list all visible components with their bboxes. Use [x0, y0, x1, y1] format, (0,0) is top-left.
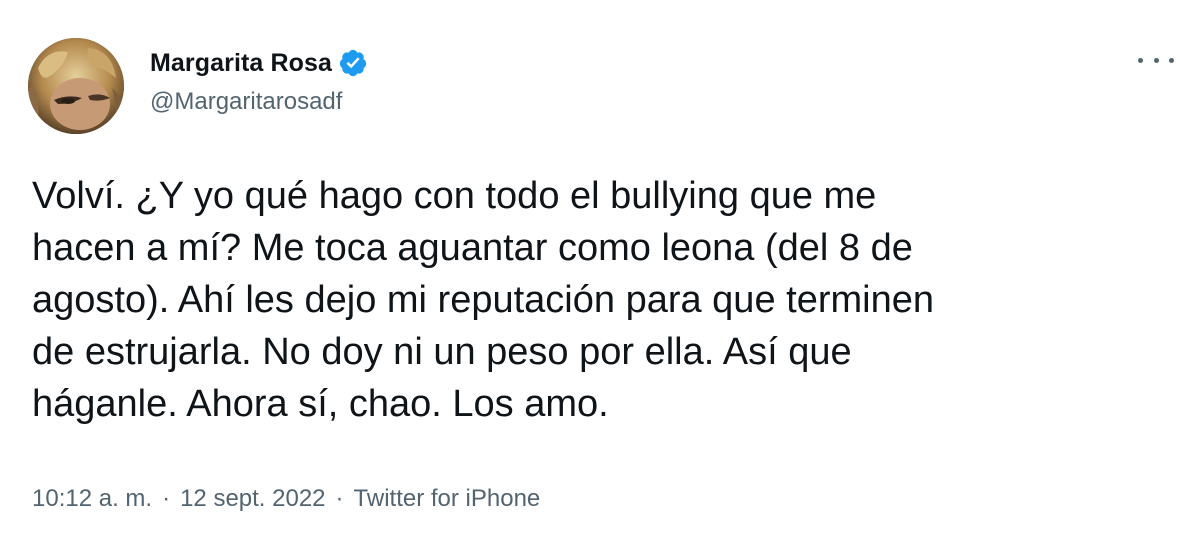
tweet-source[interactable]: Twitter for iPhone	[354, 485, 541, 513]
meta-separator: ·	[162, 485, 171, 512]
tweet-card: Margarita Rosa @Margaritarosadf Volví. ¿…	[0, 0, 1200, 536]
more-dot-icon	[1138, 57, 1143, 63]
author-handle[interactable]: @Margaritarosadf	[150, 88, 368, 116]
tweet-timestamp-date[interactable]: 12 sept. 2022	[180, 485, 325, 513]
avatar[interactable]	[28, 38, 124, 134]
meta-separator: ·	[335, 485, 344, 512]
author-name-row: Margarita Rosa	[150, 46, 368, 80]
more-dot-icon	[1169, 57, 1174, 63]
verified-badge-icon	[338, 48, 368, 78]
tweet-meta: 10:12 a. m. · 12 sept. 2022 · Twitter fo…	[32, 485, 540, 513]
more-options-icon[interactable]	[1138, 50, 1174, 70]
tweet-text: Volví. ¿Y yo qué hago con todo el bullyi…	[32, 175, 934, 425]
more-dot-icon	[1153, 57, 1159, 63]
author-info: Margarita Rosa @Margaritarosadf	[150, 46, 368, 116]
tweet-timestamp-time[interactable]: 10:12 a. m.	[32, 485, 152, 513]
author-display-name[interactable]: Margarita Rosa	[150, 49, 332, 78]
